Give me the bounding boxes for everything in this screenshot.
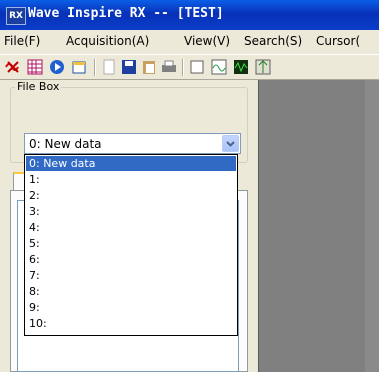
app-icon[interactable]: RX	[6, 7, 26, 25]
workspace-scrollbar[interactable]	[365, 80, 379, 372]
toolbar	[0, 54, 379, 80]
green-wave-icon[interactable]	[232, 58, 250, 76]
delete-waveform-icon[interactable]	[4, 58, 22, 76]
menu-acquisition[interactable]: Acquisition(A)	[66, 34, 149, 48]
dropdown-option[interactable]: 3:	[26, 204, 236, 219]
new-folder-icon[interactable]	[70, 58, 88, 76]
dropdown-option[interactable]: 1:	[26, 172, 236, 187]
file-box-selected-value: 0: New data	[29, 137, 102, 151]
cursor-marker-icon[interactable]	[254, 58, 272, 76]
print-icon[interactable]	[160, 58, 178, 76]
empty-square-icon[interactable]	[188, 58, 206, 76]
run-icon[interactable]	[48, 58, 66, 76]
menu-cursor[interactable]: Cursor(	[316, 34, 360, 48]
dropdown-option[interactable]: 9:	[26, 300, 236, 315]
dropdown-option[interactable]: 2:	[26, 188, 236, 203]
dropdown-option[interactable]: 7:	[26, 268, 236, 283]
title-bar: RX Wave Inspire RX -- [TEST]	[0, 0, 379, 30]
dropdown-option[interactable]: 5:	[26, 236, 236, 251]
dropdown-option[interactable]: 6:	[26, 252, 236, 267]
menu-view[interactable]: View(V)	[184, 34, 230, 48]
clipboard-icon[interactable]	[140, 58, 158, 76]
menu-search[interactable]: Search(S)	[244, 34, 302, 48]
dropdown-option[interactable]: 0: New data	[26, 156, 236, 171]
dropdown-option[interactable]: 4:	[26, 220, 236, 235]
toolbar-separator	[182, 59, 184, 76]
toolbar-separator	[94, 59, 96, 76]
file-box-dropdown: 0: New data 1: 2: 3: 4: 5: 6: 7: 8: 9: 1…	[24, 154, 238, 336]
window-title: Wave Inspire RX -- [TEST]	[28, 6, 224, 21]
page-icon[interactable]	[100, 58, 118, 76]
file-box-combo[interactable]: 0: New data	[24, 133, 241, 154]
grid-icon[interactable]	[26, 58, 44, 76]
waveform-workspace[interactable]	[258, 80, 379, 372]
dropdown-option[interactable]: 8:	[26, 284, 236, 299]
wave-icon[interactable]	[210, 58, 228, 76]
chevron-down-icon[interactable]	[222, 135, 239, 152]
dropdown-option[interactable]: 10:	[26, 316, 236, 331]
save-icon[interactable]	[120, 58, 138, 76]
menu-bar: File(F) Acquisition(A) View(V) Search(S)…	[0, 30, 379, 54]
file-box-label: File Box	[15, 80, 62, 93]
menu-file[interactable]: File(F)	[4, 34, 40, 48]
